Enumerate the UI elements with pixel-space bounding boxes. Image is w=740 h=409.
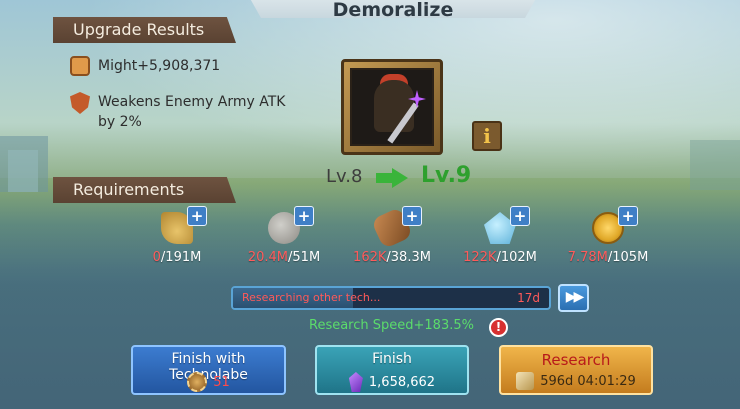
add-food-button[interactable]: +: [187, 206, 207, 226]
skill-icon-frame: [341, 59, 443, 155]
timber-amount: 162K/38.3M: [353, 250, 431, 265]
research-button-label: Research: [541, 351, 611, 369]
info-button[interactable]: i: [472, 121, 502, 151]
shield-icon: [70, 92, 90, 114]
effect-text: Weakens Enemy Army ATK by 2%: [98, 94, 286, 130]
finish-button-label: Finish: [372, 351, 412, 367]
technolabe-icon: [187, 372, 208, 392]
ruin-decoration: [8, 150, 38, 192]
page-title: Demoralize: [243, 0, 543, 18]
might-text: Might+5,908,371: [98, 58, 221, 74]
current-level: Lv.8: [326, 166, 363, 187]
gem-icon: [348, 372, 363, 392]
gold-amount: 7.78M/105M: [567, 250, 649, 265]
requirement-timber: + 162K/38.3M: [342, 206, 452, 268]
upgrade-results-heading: Upgrade Results: [53, 17, 236, 43]
warning-icon[interactable]: !: [489, 318, 508, 337]
requirement-food: + 0/191M: [127, 206, 237, 268]
add-stone-button[interactable]: +: [294, 206, 314, 226]
finish-with-technolabe-button[interactable]: Finish with Technolabe 51: [131, 345, 286, 395]
fist-icon: [70, 56, 90, 76]
finish-gem-cost: 1,658,662: [368, 374, 436, 390]
research-speed: Research Speed+183.5%: [309, 318, 474, 333]
research-button[interactable]: Research 596d 04:01:29: [499, 345, 653, 395]
arrow-right-icon: [376, 168, 408, 188]
progress-remaining: 17d: [517, 291, 540, 305]
add-timber-button[interactable]: +: [402, 206, 422, 226]
food-amount: 0/191M: [152, 250, 202, 265]
add-gold-button[interactable]: +: [618, 206, 638, 226]
technolabe-count: 51: [213, 374, 230, 390]
research-progress-bar: Researching other tech... 17d: [231, 286, 551, 310]
stone-amount: 20.4M/51M: [247, 250, 321, 265]
hourglass-scroll-icon: [516, 372, 535, 390]
requirement-gold: + 7.78M/105M: [558, 206, 668, 268]
requirement-ore: + 122K/102M: [450, 206, 560, 268]
requirements-heading: Requirements: [53, 177, 236, 203]
add-ore-button[interactable]: +: [510, 206, 530, 226]
fast-forward-button[interactable]: ▶▶: [558, 284, 589, 312]
effect-result: Weakens Enemy Army ATK by 2%: [70, 92, 298, 132]
next-level: Lv.9: [421, 163, 472, 188]
ruin-decoration: [690, 140, 740, 190]
research-time: 596d 04:01:29: [540, 373, 636, 389]
might-result: Might+5,908,371: [70, 56, 298, 76]
finish-button[interactable]: Finish 1,658,662: [315, 345, 469, 395]
ore-amount: 122K/102M: [463, 250, 537, 265]
spartan-helmet: [374, 80, 414, 132]
spartan-warrior-icon: [350, 68, 434, 146]
progress-status: Researching other tech...: [242, 291, 381, 304]
requirement-stone: + 20.4M/51M: [234, 206, 344, 268]
